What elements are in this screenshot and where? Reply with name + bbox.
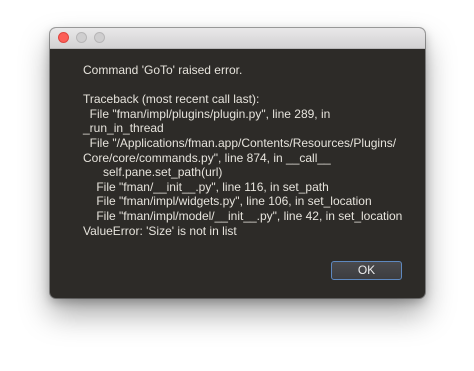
traceback-line: File "fman/impl/widgets.py", line 106, i… — [83, 194, 372, 209]
zoom-dot-icon — [94, 32, 105, 43]
minimize-dot-icon — [76, 32, 87, 43]
error-message: Command 'GoTo' raised error. — [83, 63, 243, 77]
error-dialog-window: Command 'GoTo' raised error. Traceback (… — [50, 28, 425, 298]
traceback-line: File "fman/impl/plugins/plugin.py", line… — [83, 106, 331, 121]
traceback-line: File "fman/__init__.py", line 116, in se… — [83, 179, 329, 194]
traceback-line: _run_in_thread — [83, 121, 164, 136]
title-bar — [50, 28, 425, 49]
traceback-line: File "fman/impl/model/__init__.py", line… — [83, 208, 403, 223]
traceback-line: File "/Applications/fman.app/Contents/Re… — [83, 135, 397, 150]
traceback-line: Core/core/commands.py", line 874, in __c… — [83, 150, 331, 165]
dialog-content: Command 'GoTo' raised error. Traceback (… — [83, 63, 418, 238]
traceback-line: ValueError: 'Size' is not in list — [83, 223, 237, 238]
traceback-line: Traceback (most recent call last): — [83, 92, 260, 107]
traceback-line: self.pane.set_path(url) — [83, 165, 223, 180]
ok-button[interactable]: OK — [331, 261, 402, 280]
close-dot-icon[interactable] — [58, 32, 69, 43]
